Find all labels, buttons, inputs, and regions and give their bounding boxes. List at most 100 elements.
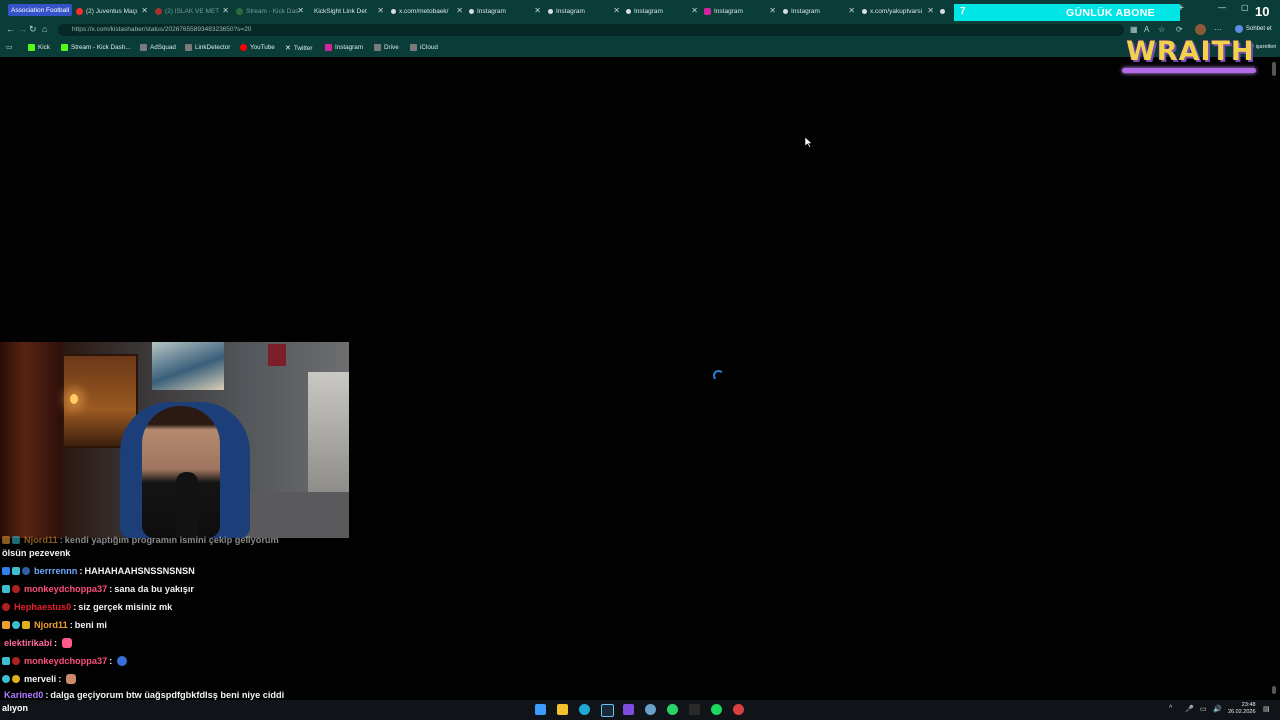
globe-icon	[140, 44, 147, 51]
address-bar[interactable]: https://x.com/kistashaber/status/2026765…	[58, 24, 1124, 36]
more-icon[interactable]: ⋯	[1214, 25, 1222, 34]
tab-kicksight[interactable]: KickSight Link Det ✕	[314, 3, 384, 19]
close-icon[interactable]: ✕	[769, 6, 776, 15]
close-icon[interactable]: ✕	[534, 6, 541, 15]
x-icon	[469, 8, 474, 14]
tab-instagram-4[interactable]: Instagram ✕	[704, 3, 776, 19]
whatsapp-icon[interactable]	[667, 704, 678, 715]
close-icon[interactable]: ✕	[297, 6, 304, 15]
tab-instagram-3[interactable]: Instagram ✕	[626, 3, 698, 19]
bookmark-kick[interactable]: Kick	[28, 44, 50, 51]
obs-icon[interactable]	[733, 704, 744, 715]
tab-x-yakuptvarsi[interactable]: x.com/yakuptvarsi ✕	[862, 3, 934, 19]
notification-icon[interactable]: ▤	[1263, 705, 1270, 713]
read-aloud-icon[interactable]: A	[1144, 25, 1149, 34]
close-icon[interactable]: ✕	[613, 6, 620, 15]
microphone	[176, 472, 198, 538]
volume-icon[interactable]: 🔊	[1213, 705, 1222, 713]
tray-overflow-icon[interactable]: ^	[1169, 705, 1172, 712]
emote-icon	[66, 674, 77, 684]
windows-start-icon[interactable]	[535, 704, 546, 715]
chat-button[interactable]: Sohbet et	[1235, 25, 1272, 33]
tab-instagram-5[interactable]: Instagram ✕	[783, 3, 855, 19]
chat-message: merveli :	[2, 674, 77, 684]
discord-icon[interactable]	[623, 704, 634, 715]
chat-message: monkeydchoppa37 : sana da bu yakışır	[2, 584, 194, 594]
webcam-feed	[0, 342, 349, 538]
x-icon: ✕	[285, 45, 291, 52]
wraith-logo: WRAITH	[1118, 36, 1264, 80]
close-icon[interactable]: ✕	[848, 6, 855, 15]
forward-icon[interactable]: →	[18, 24, 27, 34]
tab-juventus[interactable]: (2) Juventus Maçı ✕	[76, 3, 148, 19]
bookmark-icloud[interactable]: iCloud	[410, 44, 438, 51]
grid-icon[interactable]: ▦	[1130, 25, 1138, 34]
app-icon[interactable]	[645, 704, 656, 715]
x-icon	[862, 8, 867, 14]
tab-loading[interactable]	[940, 3, 950, 19]
bookmark-drive[interactable]: Drive	[374, 44, 399, 51]
top-count: 10	[1255, 4, 1270, 19]
home-icon[interactable]: ⌂	[42, 24, 47, 34]
close-icon[interactable]: ✕	[141, 6, 148, 15]
youtube-icon	[76, 7, 83, 15]
x-icon	[940, 8, 945, 14]
emote-icon	[62, 638, 73, 648]
minimize-button[interactable]: —	[1218, 3, 1226, 12]
tab-stream-kick[interactable]: Stream - Kick Das ✕	[236, 3, 304, 19]
youtube-icon	[240, 44, 247, 51]
tab-islak[interactable]: (2) ISLAK VE MET ✕	[155, 3, 229, 19]
x-icon	[783, 8, 788, 14]
scrollbar[interactable]	[1272, 62, 1276, 76]
mic-icon[interactable]: 🎤	[1185, 705, 1194, 713]
close-icon[interactable]: ✕	[691, 6, 698, 15]
kick-icon	[61, 44, 68, 51]
chat-message: Njord11 : kendi yaptığım programın ismin…	[2, 535, 279, 545]
edge-icon[interactable]	[579, 704, 590, 715]
chat-message: Karined0 : dalga geçiyorum btw üağspdfgb…	[4, 690, 285, 700]
tab-x-metobaek[interactable]: x.com/metobaek/✕	[391, 3, 463, 19]
maximize-button[interactable]: ▢	[1241, 3, 1249, 12]
reload-icon[interactable]: ↻	[29, 24, 37, 35]
chat-message-continuation: alıyon	[2, 703, 29, 713]
tab-instagram-2[interactable]: Instagram ✕	[548, 3, 620, 19]
bookmark-youtube[interactable]: YouTube	[240, 44, 275, 51]
globe-icon	[374, 44, 381, 51]
network-icon[interactable]: ▭	[1200, 705, 1207, 713]
bookmark-instagram[interactable]: Instagram	[325, 44, 363, 51]
bookmark-twitter[interactable]: ✕ Twitter	[285, 44, 312, 53]
chat-message: berrrennn : HAHAHAAHSNSSNSNSN	[2, 566, 195, 576]
globe-icon	[410, 44, 417, 51]
instagram-icon	[704, 7, 711, 15]
close-icon[interactable]: ✕	[456, 6, 463, 15]
close-icon[interactable]: ✕	[222, 6, 229, 15]
tab-association-football[interactable]: Association Football	[8, 4, 73, 16]
terminal-icon[interactable]	[689, 704, 700, 715]
scrollbar-bottom[interactable]	[1272, 686, 1276, 694]
lamp	[70, 394, 78, 404]
bookmark-stream-kick[interactable]: Stream - Kick Dash...	[61, 44, 131, 51]
x-icon	[626, 8, 631, 14]
chat-message: Njord11 : beni mi	[2, 620, 107, 630]
refresh-extension-icon[interactable]: ⟳	[1176, 25, 1183, 34]
star-icon[interactable]: ☆	[1158, 25, 1165, 34]
sidebar-toggle-icon[interactable]: ▭	[6, 44, 12, 51]
file-explorer-icon[interactable]	[557, 704, 568, 715]
close-icon[interactable]: ✕	[927, 6, 934, 15]
clock[interactable]: 23:48 26.02.2026	[1228, 702, 1256, 716]
avatar[interactable]	[1195, 24, 1206, 35]
back-icon[interactable]: ←	[6, 24, 15, 34]
tab-instagram-1[interactable]: Instagram ✕	[469, 3, 541, 19]
address-row: ← → ↻ ⌂ https://x.com/kistashaber/status…	[0, 21, 1280, 39]
chat-message: monkeydchoppa37 :	[2, 656, 128, 666]
spotify-icon[interactable]	[711, 704, 722, 715]
instagram-icon	[325, 44, 332, 51]
bookmark-adsquad[interactable]: AdSquad	[140, 44, 176, 51]
steam-icon[interactable]	[601, 704, 614, 717]
logo-underline	[1122, 68, 1256, 73]
chat-message: elektirikabi :	[2, 638, 73, 648]
copilot-icon	[1235, 25, 1243, 33]
globe-icon	[185, 44, 192, 51]
bookmark-linkdetector[interactable]: LinkDetector	[185, 44, 230, 51]
close-icon[interactable]: ✕	[377, 6, 384, 15]
